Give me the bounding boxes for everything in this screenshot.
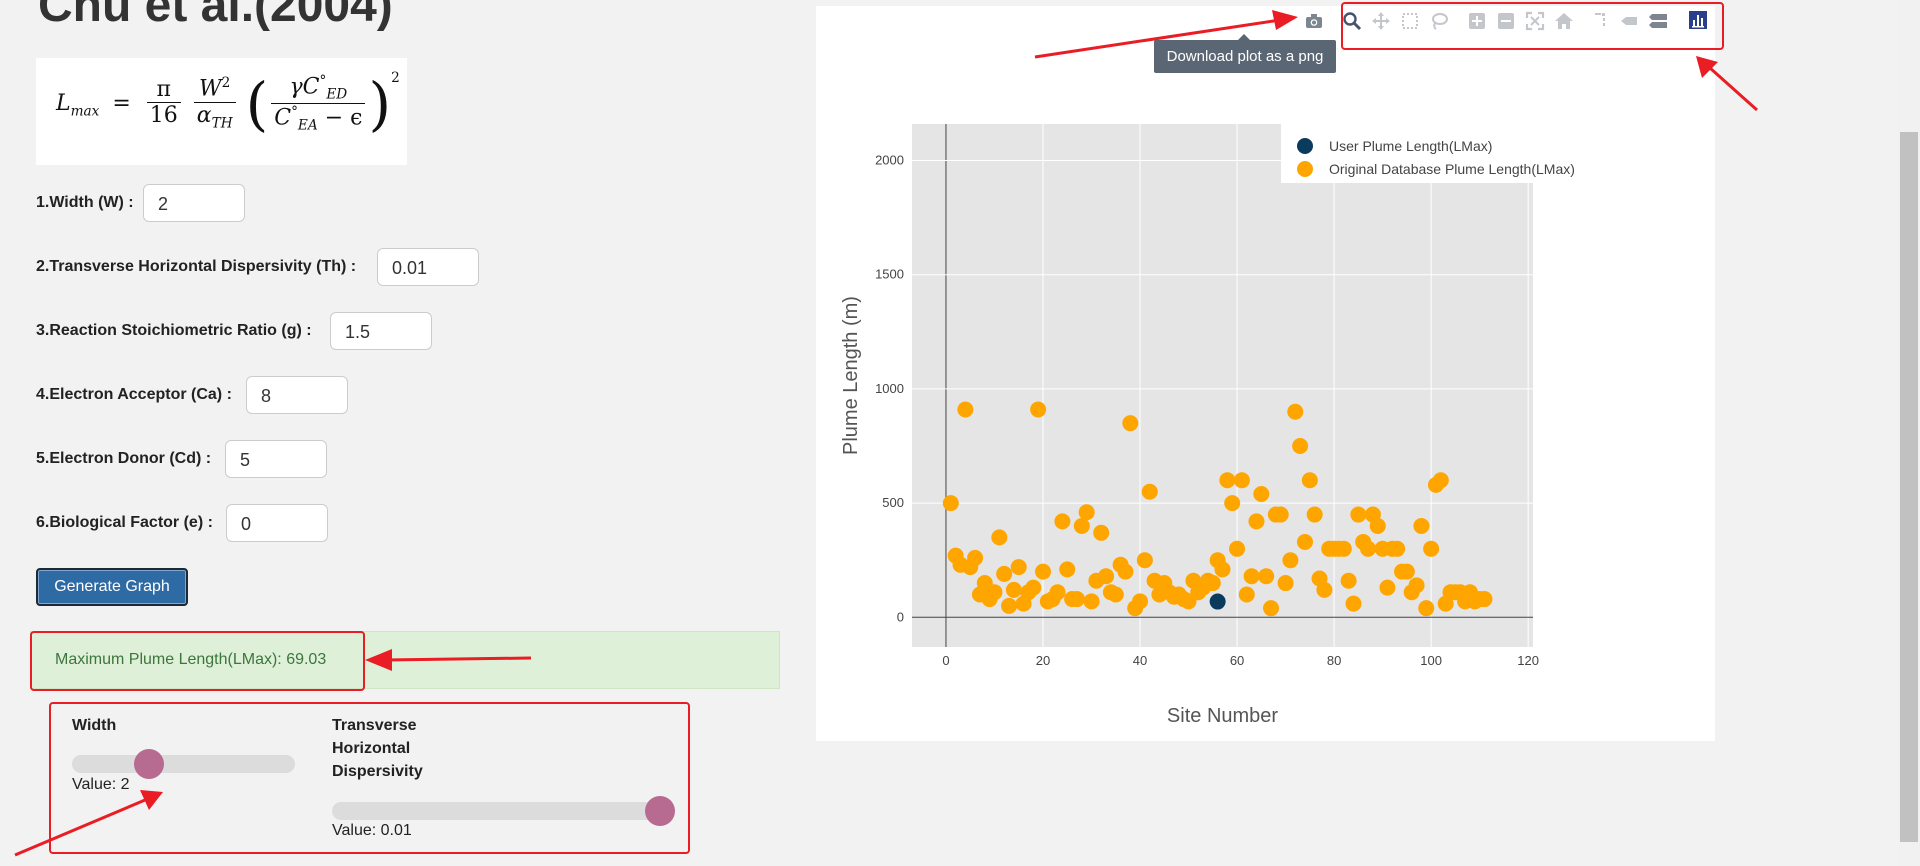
arrow-to-camera: [1034, 10, 1298, 59]
annotation-arrows: [14, 10, 1758, 857]
arrow-to-slider: [14, 790, 163, 857]
arrow-to-modebar: [1696, 56, 1758, 112]
arrow-to-result: [365, 649, 532, 671]
page-scrollbar-thumb[interactable]: [1900, 132, 1918, 842]
